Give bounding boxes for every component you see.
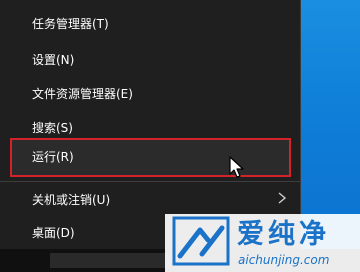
watermark-title: 爱纯净	[237, 219, 330, 250]
menu-item-file-explorer[interactable]: 文件资源管理器(E)	[0, 76, 300, 112]
menu-item-label: 文件资源管理器(E)	[32, 87, 133, 101]
mouse-cursor-icon	[229, 156, 244, 178]
menu-item-label: 桌面(D)	[32, 226, 75, 240]
winx-context-menu: 任务管理器(T) 设置(N) 文件资源管理器(E) 搜索(S) 运行(R) 关机…	[0, 0, 300, 249]
menu-item-settings[interactable]: 设置(N)	[0, 42, 300, 78]
menu-item-label: 设置(N)	[32, 53, 75, 67]
aichunjing-logo-icon	[172, 216, 230, 266]
menu-item-label: 关机或注销(U)	[32, 193, 111, 207]
menu-item-shutdown-signout[interactable]: 关机或注销(U)	[0, 182, 300, 218]
menu-item-task-manager[interactable]: 任务管理器(T)	[0, 6, 300, 42]
taskbar-app-strip	[50, 253, 170, 268]
chevron-right-icon	[278, 192, 287, 204]
run-highlight-box	[10, 138, 291, 177]
menu-item-label: 任务管理器(T)	[32, 17, 109, 31]
watermark-url: aichunjing.com	[238, 253, 330, 267]
